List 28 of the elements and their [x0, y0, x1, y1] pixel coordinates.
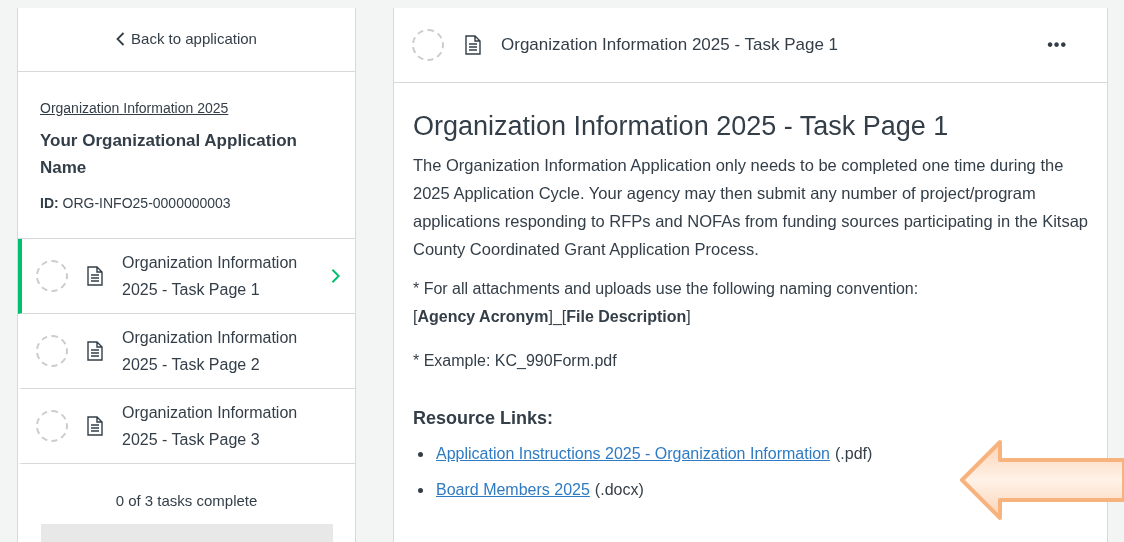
application-link[interactable]: Organization Information 2025: [40, 97, 333, 119]
page-heading: Organization Information 2025 - Task Page 1: [413, 110, 950, 143]
task-item[interactable]: Organization Information 2025 - Task Page 1: [18, 238, 355, 314]
task-item[interactable]: Organization Information 2025 - Task Page 2: [18, 313, 355, 389]
document-icon: [86, 415, 104, 436]
naming-note: * For all attachments and uploads use the following naming convention:: [413, 279, 920, 299]
resource-links-heading: Resource Links:: [413, 407, 555, 430]
bullet-icon: [418, 451, 423, 457]
bullet-icon: [418, 487, 423, 493]
resource-link[interactable]: Application Instructions 2025 - Organization Information: [436, 442, 830, 466]
progress-text: 0 of 3 tasks complete: [115, 490, 258, 511]
task-item[interactable]: Organization Information 2025 - Task Page 3: [18, 388, 355, 464]
back-link[interactable]: Back to application: [116, 28, 257, 51]
chevron-right-icon: [331, 267, 341, 284]
file-type-text: (.docx): [594, 480, 644, 500]
document-icon: [86, 265, 104, 286]
task-title: Organization Information 2025 - Task Page 1: [501, 34, 839, 57]
document-icon: [86, 340, 104, 361]
resource-link[interactable]: Board Members 2025: [436, 478, 590, 502]
naming-pattern: [Agency Acronym]_[File Description]: [413, 307, 692, 327]
chevron-left-icon: [116, 32, 126, 47]
application-name: Your Organizational Application Name: [40, 129, 298, 179]
intro-paragraph: The Organization Information Application only needs to be completed one time during the 2025 Application Cycle. Your agency may then submit any number of project/program applications responding to RFPs and NOFAs from funding sources participating in the Kitsap County Coordinated Grant Application Process.: [413, 155, 1090, 260]
application-id: ID: ORG-INFO25-0000000003: [40, 193, 232, 213]
file-type-text: (.pdf): [835, 444, 873, 464]
document-icon: [464, 35, 482, 55]
more-menu-button[interactable]: •••: [1047, 33, 1067, 57]
example-text: * Example: KC_990Form.pdf: [413, 351, 618, 371]
